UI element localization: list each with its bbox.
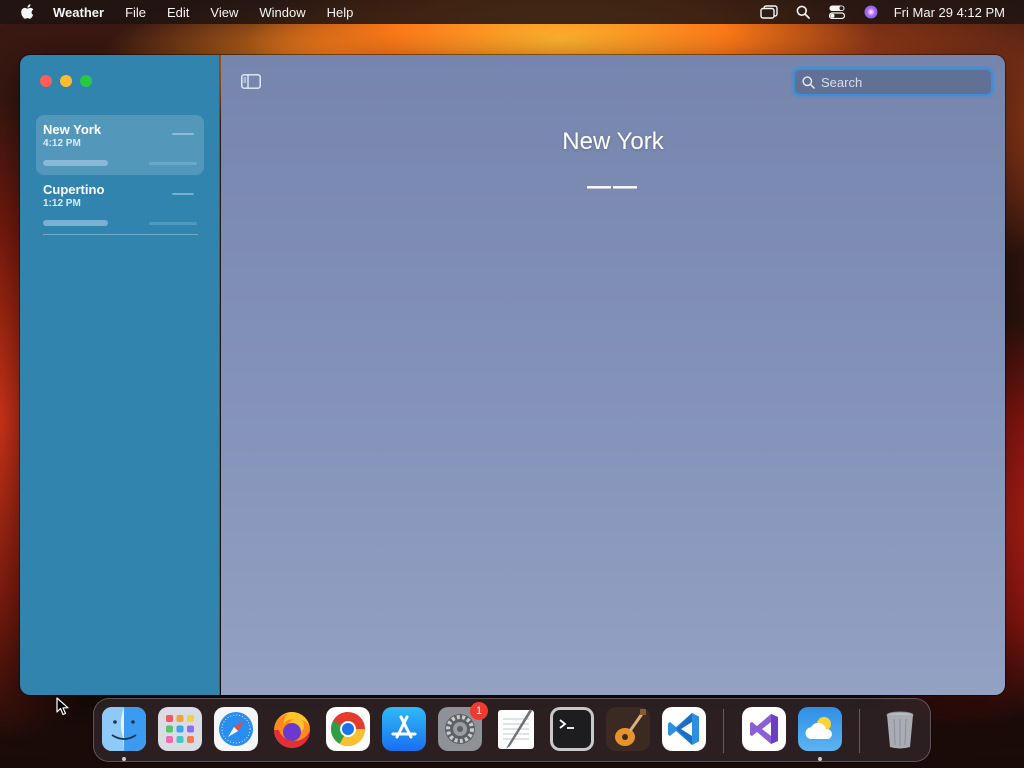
textedit-icon[interactable]: [494, 707, 538, 751]
firefox-icon[interactable]: [270, 707, 314, 751]
garageband-icon[interactable]: [606, 707, 650, 751]
finder-running-indicator: [122, 757, 126, 761]
city-title: New York: [562, 128, 664, 155]
visual-studio-icon[interactable]: [742, 707, 786, 751]
weather-icon[interactable]: [798, 707, 842, 751]
condition-placeholder: [43, 220, 108, 226]
dock-separator: [723, 709, 724, 753]
menu-help[interactable]: Help: [327, 5, 354, 20]
app-store-icon[interactable]: [382, 707, 426, 751]
range-placeholder: [149, 162, 197, 165]
menu-edit[interactable]: Edit: [167, 5, 189, 20]
mouse-cursor-icon: [56, 697, 70, 717]
trash-icon[interactable]: [878, 707, 922, 751]
menu-bar-status: Fri Mar 29 4:12 PM: [744, 0, 1005, 24]
menu-file[interactable]: File: [125, 5, 146, 20]
sidebar-toggle-icon[interactable]: [240, 72, 262, 90]
menu-window[interactable]: Window: [259, 5, 305, 20]
terminal-icon[interactable]: [550, 707, 594, 751]
condition-placeholder: [43, 160, 108, 166]
range-placeholder: [149, 222, 197, 225]
control-center-icon[interactable]: [828, 4, 846, 20]
spotlight-search-icon[interactable]: [794, 4, 812, 20]
siri-icon[interactable]: [862, 4, 880, 20]
list-divider: [43, 234, 198, 235]
dock-separator: [859, 709, 860, 753]
location-name: New York: [43, 122, 102, 137]
minimize-window-button[interactable]: [60, 75, 72, 87]
search-icon: [802, 75, 815, 89]
location-card-new-york[interactable]: New York 4:12 PM: [36, 115, 204, 175]
system-settings-icon[interactable]: 1: [438, 702, 488, 751]
temperature-placeholder: [172, 193, 194, 195]
location-card-cupertino[interactable]: Cupertino 1:12 PM: [36, 175, 204, 235]
vscode-icon[interactable]: [662, 707, 706, 751]
launchpad-icon[interactable]: [158, 707, 202, 751]
temperature-placeholder: [172, 133, 194, 135]
location-name: Cupertino: [43, 182, 105, 197]
weather-window: New York 4:12 PM Cupertino 1:12 PM New Y…: [20, 55, 1005, 695]
sidebar: New York 4:12 PM Cupertino 1:12 PM: [20, 55, 220, 695]
search-input[interactable]: [821, 74, 981, 90]
safari-icon[interactable]: [214, 707, 258, 751]
close-window-button[interactable]: [40, 75, 52, 87]
stage-manager-icon[interactable]: [760, 4, 778, 20]
apple-menu-icon[interactable]: [19, 4, 35, 20]
menu-bar: Weather File Edit View Window Help Fri M…: [0, 0, 1024, 24]
location-time: 1:12 PM: [43, 198, 81, 209]
dock: 1: [93, 698, 931, 762]
search-field[interactable]: [793, 68, 993, 96]
current-temperature: ——: [587, 173, 639, 200]
window-controls: [40, 75, 92, 87]
finder-icon[interactable]: [102, 707, 146, 751]
weather-running-indicator: [818, 757, 822, 761]
location-time: 4:12 PM: [43, 138, 81, 149]
menu-bar-clock[interactable]: Fri Mar 29 4:12 PM: [894, 5, 1005, 20]
weather-detail-pane: New York ——: [221, 55, 1005, 695]
app-menu[interactable]: Weather: [53, 5, 104, 20]
zoom-window-button[interactable]: [80, 75, 92, 87]
settings-update-badge: 1: [470, 702, 488, 720]
menu-view[interactable]: View: [210, 5, 238, 20]
chrome-icon[interactable]: [326, 707, 370, 751]
